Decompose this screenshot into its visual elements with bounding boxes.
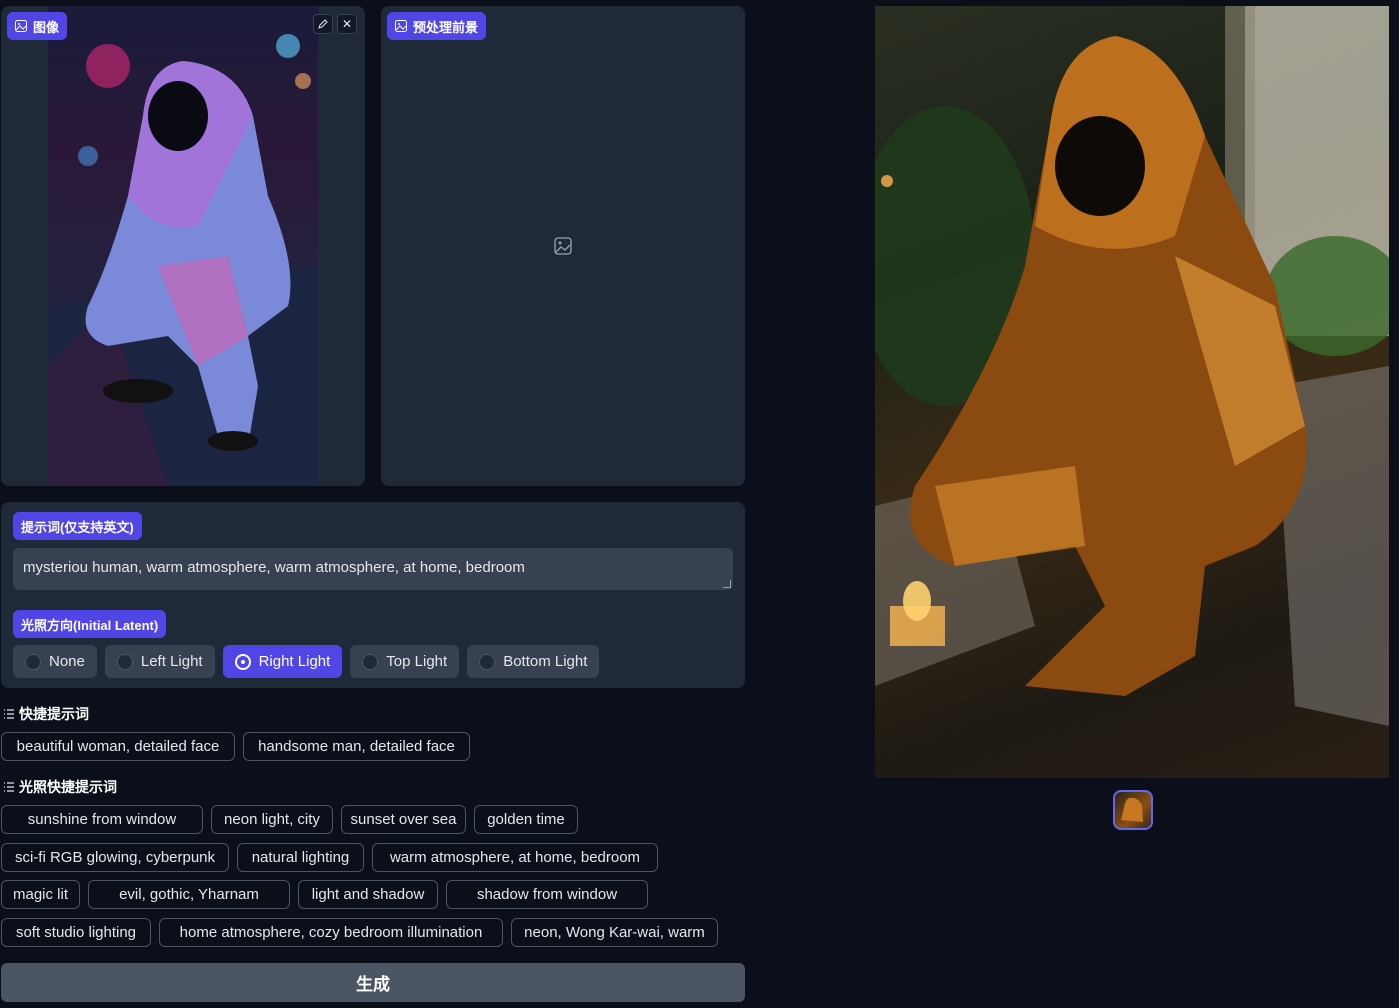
close-button[interactable]: ✕ [337,14,357,34]
radio-none[interactable]: None [13,645,97,678]
input-photo [48,6,318,486]
quick-prompts-row: beautiful woman, detailed face handsome … [1,732,470,761]
quick-prompts-title-text: 快捷提示词 [19,706,89,722]
preprocess-foreground-panel: 预处理前景 [381,6,745,486]
light-prompt-chip[interactable]: evil, gothic, Yharnam [88,880,290,909]
radio-bottom-light[interactable]: Bottom Light [467,645,600,678]
resize-handle-icon[interactable] [723,580,731,588]
quick-prompts-title: 快捷提示词 [3,704,89,724]
radio-dot-icon [362,653,379,670]
image-placeholder-icon [554,237,572,255]
radio-label: Left Light [140,653,203,670]
lighting-label-text: 光照方向(Initial Latent) [21,617,159,633]
radio-label: Bottom Light [503,653,588,670]
list-icon [4,782,14,792]
preprocess-label-badge: 预处理前景 [387,12,487,40]
light-prompt-chip[interactable]: natural lighting [237,843,364,872]
light-prompts-row-4: soft studio lighting home atmosphere, co… [1,918,718,947]
radio-dot-icon [479,653,496,670]
radio-top-light[interactable]: Top Light [350,645,460,678]
prompt-textarea[interactable]: mysteriou human, warm atmosphere, warm a… [13,548,733,590]
lighting-label: 光照方向(Initial Latent) [13,610,167,638]
image-label-badge: 图像 [7,12,68,40]
quick-prompt-chip[interactable]: beautiful woman, detailed face [1,732,235,761]
image-input-panel[interactable]: 图像 ✕ [1,6,365,486]
close-icon: ✕ [341,17,353,31]
light-quick-prompts-title-text: 光照快捷提示词 [19,779,117,795]
light-prompt-chip[interactable]: sunshine from window [1,805,203,834]
radio-label: Top Light [386,653,448,670]
light-prompt-chip[interactable]: neon light, city [211,805,333,834]
lighting-radio-group: None Left Light Right Light Top Light Bo… [13,645,600,678]
light-prompt-chip[interactable]: neon, Wong Kar-wai, warm [511,918,718,947]
radio-dot-icon [234,653,251,670]
light-quick-prompts-title: 光照快捷提示词 [3,777,117,797]
radio-left-light[interactable]: Left Light [104,645,215,678]
light-prompts-row-3: magic lit evil, gothic, Yharnam light an… [1,880,648,909]
image-label: 图像 [33,19,60,35]
prompt-label-text: 提示词(仅支持英文) [21,519,134,535]
edit-button[interactable] [313,14,333,34]
light-prompt-chip[interactable]: magic lit [1,880,80,909]
list-icon [4,709,14,719]
image-icon [395,20,407,32]
image-icon [15,20,27,32]
light-prompt-chip[interactable]: golden time [474,805,578,834]
output-thumbnail[interactable] [1113,790,1153,830]
radio-label: None [49,653,85,670]
prompt-panel: 提示词(仅支持英文) mysteriou human, warm atmosph… [1,502,745,688]
light-prompt-chip[interactable]: light and shadow [298,880,438,909]
pencil-icon [318,19,328,29]
light-prompt-chip[interactable]: sunset over sea [341,805,466,834]
light-prompts-row-2: sci-fi RGB glowing, cyberpunk natural li… [1,843,658,872]
prompt-value: mysteriou human, warm atmosphere, warm a… [23,559,525,576]
output-image[interactable] [875,6,1389,778]
radio-label: Right Light [258,653,331,670]
radio-dot-icon [116,653,133,670]
light-prompt-chip[interactable]: shadow from window [446,880,648,909]
light-prompt-chip[interactable]: home atmosphere, cozy bedroom illuminati… [159,918,503,947]
light-prompt-chip[interactable]: soft studio lighting [1,918,151,947]
radio-dot-icon [25,653,41,670]
quick-prompt-chip[interactable]: handsome man, detailed face [243,732,470,761]
light-prompt-chip[interactable]: warm atmosphere, at home, bedroom [372,843,658,872]
prompt-label: 提示词(仅支持英文) [13,512,142,540]
generate-button[interactable]: 生成 [1,963,745,1002]
light-prompt-chip[interactable]: sci-fi RGB glowing, cyberpunk [1,843,229,872]
light-prompts-row-1: sunshine from window neon light, city su… [1,805,578,834]
preprocess-label: 预处理前景 [413,19,479,35]
radio-right-light[interactable]: Right Light [222,645,343,678]
